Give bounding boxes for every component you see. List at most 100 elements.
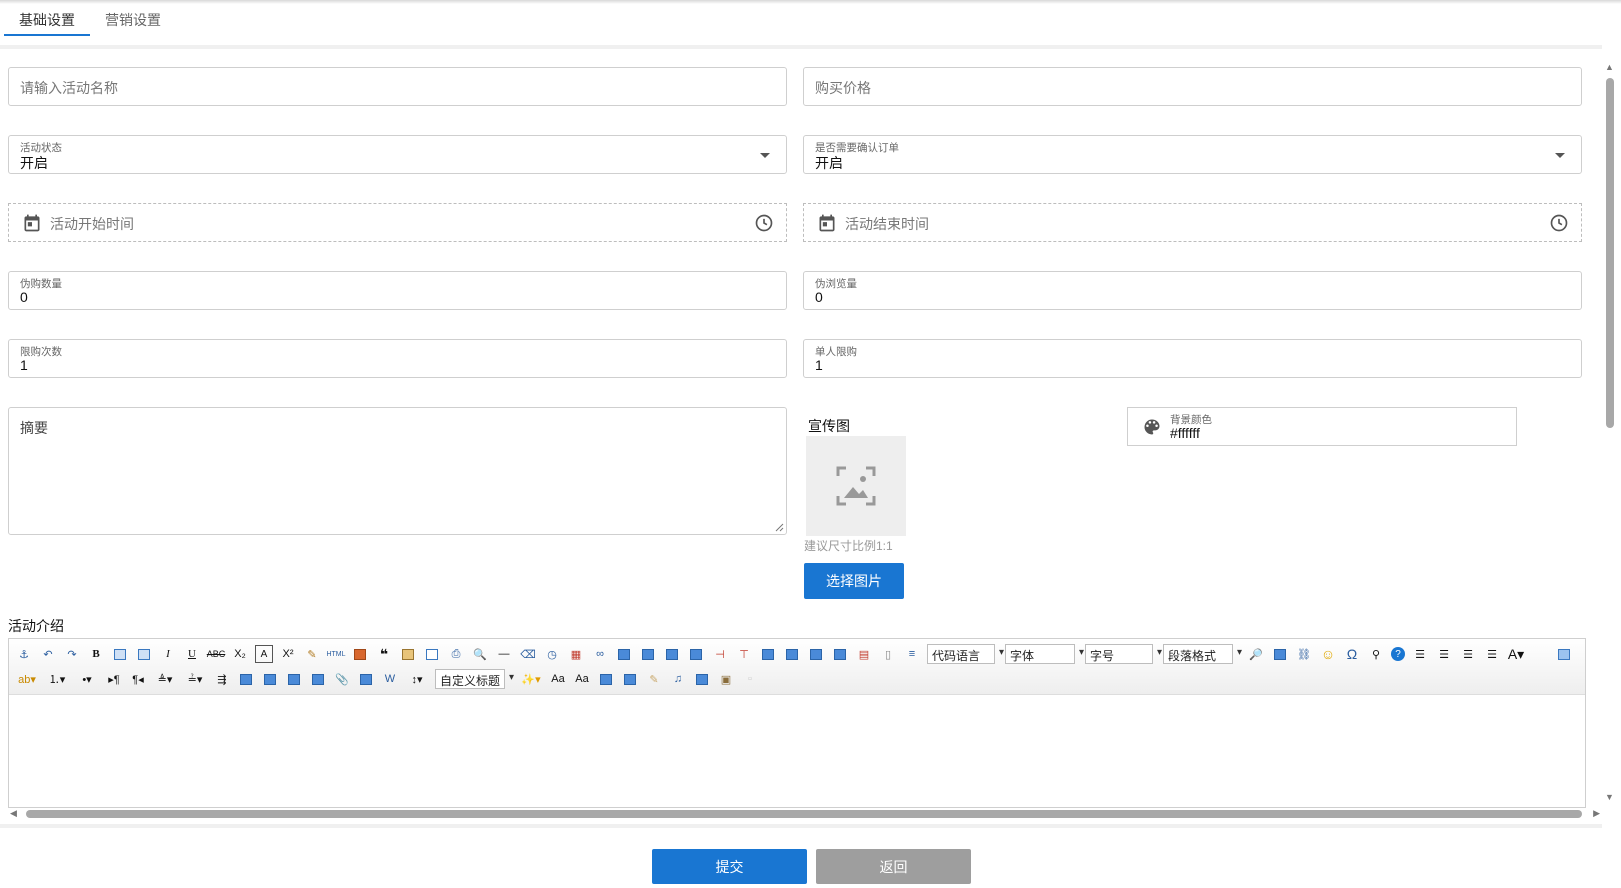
multi-image-icon[interactable] bbox=[597, 670, 615, 688]
underline-icon[interactable]: U bbox=[183, 645, 201, 663]
scrawl-icon[interactable]: ✎ bbox=[645, 670, 663, 688]
paragraph-format-select[interactable]: 段落格式 bbox=[1163, 644, 1242, 664]
insert-column-icon[interactable] bbox=[639, 645, 657, 663]
bold-icon[interactable]: B bbox=[87, 645, 105, 663]
font-border-icon[interactable]: A bbox=[255, 645, 273, 663]
scroll-down-icon[interactable]: ▼ bbox=[1605, 792, 1614, 802]
help-icon[interactable]: ? bbox=[1391, 647, 1405, 661]
custom-title-select[interactable]: 自定义标题 bbox=[435, 669, 514, 689]
redo-icon[interactable]: ↷ bbox=[63, 645, 81, 663]
emoji-icon[interactable]: ☺ bbox=[1319, 645, 1337, 663]
fake-purchase-input[interactable]: 伪购数量 0 bbox=[8, 271, 787, 310]
insert-row-icon[interactable] bbox=[615, 645, 633, 663]
scroll-up-icon[interactable]: ▲ bbox=[1605, 62, 1614, 72]
confirm-order-select[interactable]: 是否需要确认订单 开启 bbox=[803, 135, 1582, 174]
clock-icon[interactable] bbox=[1549, 213, 1569, 233]
html-icon[interactable]: HTML bbox=[326, 645, 345, 663]
scroll-left-icon[interactable]: ◀ bbox=[10, 808, 17, 819]
rich-text-editor[interactable]: ⚓ ↶ ↷ B I U ABC X₂ A X² ✎ HTML ❝ ⎙ 🔍 — ⌫… bbox=[8, 638, 1586, 808]
indent-icon[interactable] bbox=[111, 645, 129, 663]
disabled-icon[interactable]: ▫ bbox=[741, 670, 759, 688]
table-props-icon[interactable] bbox=[831, 645, 849, 663]
superscript-icon[interactable]: X² bbox=[279, 645, 297, 663]
horizontal-scrollbar[interactable]: ◀ ▶ bbox=[8, 807, 1602, 821]
page-break-icon[interactable]: ▯ bbox=[879, 645, 897, 663]
insert-frame-icon[interactable] bbox=[237, 670, 255, 688]
fullscreen-icon[interactable] bbox=[1555, 645, 1573, 663]
code-language-select[interactable]: 代码语言 bbox=[927, 644, 1004, 664]
image-right-icon[interactable] bbox=[309, 670, 327, 688]
format-painter-icon[interactable] bbox=[135, 645, 153, 663]
lowercase-icon[interactable]: Aa bbox=[573, 670, 591, 688]
word-image-icon[interactable]: W bbox=[381, 670, 399, 688]
font-family-select[interactable]: 字体 bbox=[1005, 644, 1084, 664]
paste-icon[interactable]: ▣ bbox=[717, 670, 735, 688]
tab-marketing-settings[interactable]: 营销设置 bbox=[90, 0, 176, 36]
unordered-list-icon[interactable]: •▾ bbox=[75, 670, 99, 688]
split-cells-icon[interactable] bbox=[687, 645, 705, 663]
table-col-icon[interactable] bbox=[807, 645, 825, 663]
rtl-icon[interactable]: ¶◂ bbox=[129, 670, 147, 688]
blockquote-icon[interactable]: ❝ bbox=[375, 645, 393, 663]
subscript-icon[interactable]: X₂ bbox=[231, 645, 249, 663]
horizontal-scroll-thumb[interactable] bbox=[26, 810, 1582, 818]
toc-icon[interactable]: ≡ bbox=[903, 645, 921, 663]
special-chars-icon[interactable]: Ω bbox=[1343, 645, 1361, 663]
link-icon[interactable]: ⛓ bbox=[1295, 645, 1313, 663]
promo-image-thumbnail[interactable] bbox=[806, 436, 906, 536]
image-icon[interactable] bbox=[351, 645, 369, 663]
purchase-limit-input[interactable]: 限购次数 1 bbox=[8, 339, 787, 378]
clock-icon[interactable] bbox=[754, 213, 774, 233]
print-icon[interactable]: ⎙ bbox=[447, 645, 465, 663]
uppercase-icon[interactable]: Aa bbox=[549, 670, 567, 688]
unlink-icon[interactable]: ∞ bbox=[591, 645, 609, 663]
row-spacing-top-icon[interactable]: ≜▾ bbox=[153, 670, 177, 688]
align-left-icon[interactable]: ☰ bbox=[1411, 645, 1429, 663]
ordered-list-icon[interactable]: ⒈▾ bbox=[45, 670, 69, 688]
vertical-scrollbar[interactable]: ▲ ▼ bbox=[1602, 60, 1619, 805]
resize-handle-icon[interactable] bbox=[775, 523, 784, 532]
strikethrough-icon[interactable]: ABC bbox=[207, 645, 226, 663]
activity-name-input[interactable]: 请输入活动名称 bbox=[8, 67, 787, 106]
paste-text-icon[interactable] bbox=[399, 645, 417, 663]
delete-column-icon[interactable]: ⊤ bbox=[735, 645, 753, 663]
ltr-icon[interactable]: ▸¶ bbox=[105, 670, 123, 688]
align-justify-icon[interactable]: ☰ bbox=[1483, 645, 1501, 663]
music-icon[interactable]: ♫ bbox=[669, 670, 687, 688]
table-row-icon[interactable] bbox=[783, 645, 801, 663]
clear-format-icon[interactable]: ✎ bbox=[303, 645, 321, 663]
anchor-icon[interactable]: ⚓ bbox=[15, 645, 33, 663]
horizontal-rule-icon[interactable]: — bbox=[495, 645, 513, 663]
activity-status-select[interactable]: 活动状态 开启 bbox=[8, 135, 787, 174]
end-time-picker[interactable]: 活动结束时间 bbox=[803, 203, 1582, 242]
line-height-icon[interactable]: ↕▾ bbox=[405, 670, 429, 688]
date-icon[interactable]: ▦ bbox=[567, 645, 585, 663]
align-right-icon[interactable]: ☰ bbox=[1435, 645, 1453, 663]
table-icon[interactable] bbox=[759, 645, 777, 663]
font-color-icon[interactable]: A▾ bbox=[1507, 645, 1525, 663]
image-left-icon[interactable] bbox=[285, 670, 303, 688]
submit-button[interactable]: 提交 bbox=[652, 849, 807, 884]
delete-table-icon[interactable]: ▤ bbox=[855, 645, 873, 663]
eraser-icon[interactable]: ⌫ bbox=[519, 645, 537, 663]
magic-format-icon[interactable]: ✨▾ bbox=[519, 670, 543, 688]
autotypeset-icon[interactable]: ⇶ bbox=[213, 670, 231, 688]
tab-basic-settings[interactable]: 基础设置 bbox=[4, 0, 90, 36]
preview-icon[interactable]: 🔍 bbox=[471, 645, 489, 663]
search-replace-icon[interactable]: 🔎 bbox=[1247, 645, 1265, 663]
italic-icon[interactable]: I bbox=[159, 645, 177, 663]
align-center-icon[interactable]: ☰ bbox=[1459, 645, 1477, 663]
back-button[interactable]: 返回 bbox=[816, 849, 971, 884]
chart-icon[interactable] bbox=[693, 670, 711, 688]
price-input[interactable]: 购买价格 bbox=[803, 67, 1582, 106]
scroll-right-icon[interactable]: ▶ bbox=[1593, 808, 1600, 819]
choose-image-button[interactable]: 选择图片 bbox=[804, 563, 904, 599]
delete-row-icon[interactable]: ⊣ bbox=[711, 645, 729, 663]
highlight-color-icon[interactable]: ab▾ bbox=[15, 670, 39, 688]
font-size-select[interactable]: 字号 bbox=[1085, 644, 1162, 664]
image-none-icon[interactable] bbox=[261, 670, 279, 688]
row-spacing-bottom-icon[interactable]: ≟▾ bbox=[183, 670, 207, 688]
background-icon[interactable] bbox=[1271, 645, 1289, 663]
single-limit-input[interactable]: 单人限购 1 bbox=[803, 339, 1582, 378]
vertical-scroll-thumb[interactable] bbox=[1606, 78, 1614, 428]
